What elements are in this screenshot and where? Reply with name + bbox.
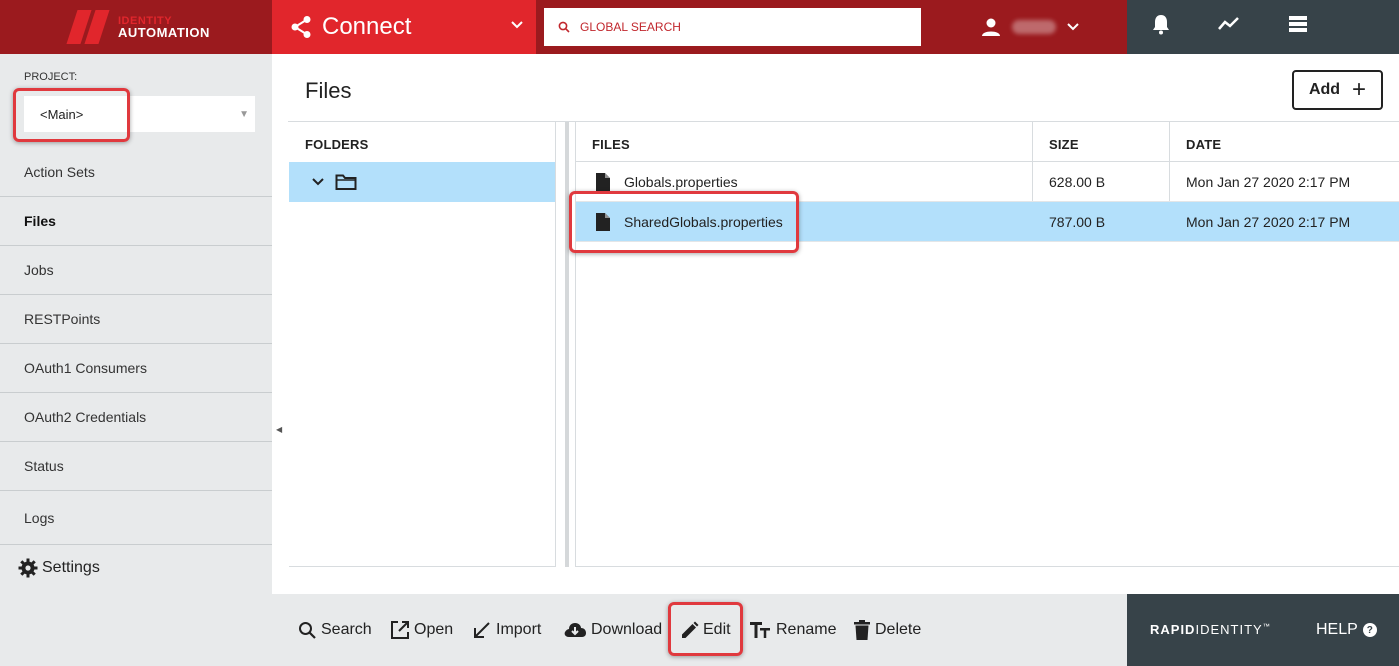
file-icon	[596, 173, 610, 191]
project-label: PROJECT:	[24, 71, 78, 83]
page-title: Files	[305, 78, 352, 103]
username-blurred	[1012, 20, 1056, 34]
delete-button[interactable]: Delete	[853, 618, 921, 642]
table-row[interactable]: Globals.properties 628.00 B Mon Jan 27 2…	[576, 162, 1399, 202]
chevron-down-icon	[1067, 23, 1079, 31]
help-link[interactable]: HELP ?	[1316, 621, 1377, 639]
project-select-value: <Main>	[40, 106, 84, 122]
open-button[interactable]: Open	[390, 618, 453, 642]
open-external-icon	[391, 621, 409, 639]
file-date: Mon Jan 27 2020 2:17 PM	[1186, 214, 1351, 230]
files-table-header: FILES SIZE DATE	[576, 122, 1399, 162]
project-select[interactable]: <Main> ▼	[24, 96, 255, 132]
logo-line2: AUTOMATION	[118, 25, 210, 40]
rename-button[interactable]: Rename	[750, 618, 836, 642]
footer-brand-bar: RAPIDIDENTITY™ HELP ?	[1127, 594, 1399, 666]
file-size: 787.00 B	[1049, 214, 1106, 230]
sidebar-item-files[interactable]: Files	[0, 197, 272, 246]
sidebar: PROJECT: <Main> ▼ Action Sets Files Jobs…	[0, 54, 272, 594]
sidebar-item-jobs[interactable]: Jobs	[0, 246, 272, 295]
plus-icon: +	[1352, 76, 1367, 103]
app-switcher[interactable]: Connect	[272, 0, 536, 54]
cloud-download-icon	[564, 623, 586, 637]
search-button[interactable]: Search	[298, 618, 372, 642]
pane-splitter[interactable]	[565, 122, 569, 567]
share-icon	[291, 16, 311, 38]
chevron-down-icon[interactable]	[311, 175, 325, 189]
rapididentity-logo: RAPIDIDENTITY™	[1150, 622, 1271, 637]
sidebar-item-action-sets[interactable]: Action Sets	[0, 148, 272, 197]
date-column-header[interactable]: DATE	[1186, 137, 1221, 152]
global-search	[544, 8, 921, 46]
search-icon	[299, 621, 316, 639]
sidebar-item-oauth2-credentials[interactable]: OAuth2 Credentials	[0, 393, 272, 442]
size-column-header[interactable]: SIZE	[1049, 137, 1079, 152]
files-column-header[interactable]: FILES	[592, 137, 630, 152]
help-question-icon: ?	[1362, 623, 1377, 637]
file-size: 628.00 B	[1049, 174, 1106, 190]
global-search-input[interactable]	[580, 20, 900, 34]
chevron-down-icon	[511, 21, 523, 29]
file-name: Globals.properties	[624, 174, 738, 190]
collapse-sidebar-icon[interactable]: ◀	[276, 425, 282, 434]
file-name: SharedGlobals.properties	[624, 214, 783, 230]
settings-button[interactable]: Settings	[18, 558, 100, 578]
logo-mark-icon	[66, 10, 112, 44]
add-button-label: Add	[1308, 81, 1341, 98]
search-icon	[558, 21, 570, 33]
table-row[interactable]: SharedGlobals.properties 787.00 B Mon Ja…	[576, 202, 1399, 242]
folder-row-root[interactable]	[289, 162, 555, 202]
gear-icon	[18, 558, 38, 578]
edit-button[interactable]: Edit	[680, 618, 731, 642]
top-bar: IDENTITY AUTOMATION Connect	[0, 0, 1399, 54]
trend-icon[interactable]	[1217, 13, 1241, 35]
sidebar-item-status[interactable]: Status	[0, 442, 272, 491]
user-icon	[982, 18, 1000, 36]
sidebar-item-logs[interactable]: Logs	[0, 491, 272, 545]
file-icon	[596, 213, 610, 231]
settings-label: Settings	[42, 559, 100, 576]
folder-icon	[335, 174, 357, 190]
app-name: Connect	[322, 13, 412, 40]
bottom-toolbar: Search Open Import Download Edit Rename …	[0, 594, 1127, 666]
caret-down-icon: ▼	[239, 109, 249, 120]
folders-header: FOLDERS	[305, 137, 369, 152]
sidebar-nav: Action Sets Files Jobs RESTPoints OAuth1…	[0, 148, 272, 545]
files-pane: FILES SIZE DATE Globals.properties 628.0…	[575, 122, 1399, 567]
add-button[interactable]: Add +	[1292, 70, 1383, 110]
top-right-tools	[1127, 0, 1399, 54]
sidebar-item-oauth1-consumers[interactable]: OAuth1 Consumers	[0, 344, 272, 393]
text-size-icon	[750, 622, 770, 638]
sidebar-item-restpoints[interactable]: RESTPoints	[0, 295, 272, 344]
import-button[interactable]: Import	[472, 618, 541, 642]
download-button[interactable]: Download	[563, 618, 662, 642]
trash-icon	[854, 620, 870, 640]
import-arrow-icon	[474, 622, 490, 638]
list-icon[interactable]	[1287, 13, 1309, 35]
bell-icon[interactable]	[1150, 13, 1172, 35]
identity-automation-logo[interactable]: IDENTITY AUTOMATION	[0, 0, 272, 54]
folders-pane: FOLDERS	[289, 122, 556, 567]
pencil-icon	[682, 621, 699, 638]
user-menu[interactable]	[980, 0, 1080, 54]
file-date: Mon Jan 27 2020 2:17 PM	[1186, 174, 1351, 190]
